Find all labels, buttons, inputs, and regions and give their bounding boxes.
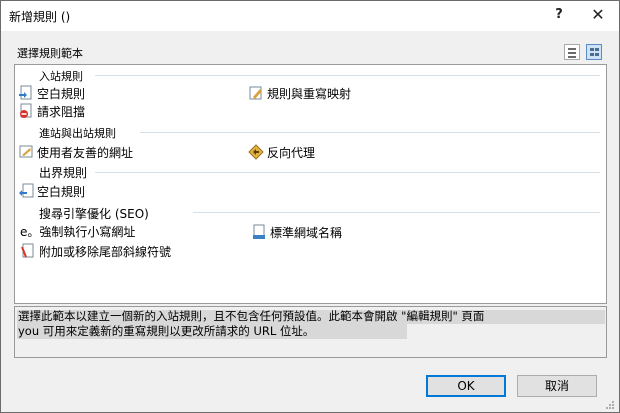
template-trailing-slash[interactable]: 附加或移除尾部斜線符號 [20,243,171,259]
template-rule-rewrite-map[interactable]: 規則與重寫映射 [248,85,351,101]
dialog-title: 新增規則 () [9,10,71,24]
template-label: 反向代理 [267,145,316,160]
template-label: 空白規則 [37,184,86,199]
reverse-proxy-icon [248,144,264,160]
close-button[interactable]: ✕ [587,5,609,25]
select-template-label: 選擇規則範本 [17,47,83,60]
group-header-inbound-outbound: 進站與出站規則 [39,127,116,140]
resize-grip-icon[interactable] [605,399,615,409]
group-divider [95,75,600,76]
template-label: 空白規則 [37,86,86,101]
template-label: 規則與重寫映射 [267,86,352,101]
template-request-blocking[interactable]: 請求阻擋 [18,103,85,119]
template-blank-rule-outbound[interactable]: 空白規則 [18,183,85,199]
template-reverse-proxy[interactable]: 反向代理 [248,144,315,160]
title-bar: 新增規則 () ? ✕ [1,1,619,31]
blank-rule-inbound-icon [18,85,34,101]
ok-button[interactable]: OK [426,375,506,397]
template-user-friendly-url[interactable]: 使用者友善的網址 [18,144,133,160]
template-label: 使用者友善的網址 [37,145,134,160]
group-divider [193,212,600,213]
blank-rule-outbound-icon [18,183,34,199]
template-canonical-domain[interactable]: 標準網域名稱 [251,224,342,240]
help-button[interactable]: ? [549,5,569,25]
template-blank-rule-inbound[interactable]: 空白規則 [18,85,85,101]
group-divider [140,132,600,133]
canonical-domain-icon [251,224,267,240]
template-label: 請求阻擋 [37,104,86,119]
cancel-button[interactable]: 取消 [517,375,597,397]
template-label: 標準網域名稱 [270,225,343,240]
description-line-2: you 可用來定義新的重寫規則以更改所請求的 URL 位址。 [18,324,315,338]
trailing-slash-icon [20,243,36,259]
add-rule-dialog: 新增規則 () ? ✕ 選擇規則範本 入站規則 空白規則 規則與重寫映射 請求阻… [0,0,620,413]
template-description: 選擇此範本以建立一個新的入站規則，且不包含任何預設值。此範本會開啟 "編輯規則"… [14,306,607,358]
template-label: e。強制執行小寫網址 [20,224,136,239]
group-header-outbound: 出界規則 [39,166,88,180]
view-toggle [564,44,606,60]
list-view-icon[interactable] [564,44,580,60]
user-friendly-url-icon [18,144,34,160]
request-blocking-icon [18,103,34,119]
rule-rewrite-map-icon [248,85,264,101]
tile-view-icon[interactable] [586,44,602,60]
description-line-1: 選擇此範本以建立一個新的入站規則，且不包含任何預設值。此範本會開啟 "編輯規則"… [18,309,485,323]
template-enforce-lowercase-url[interactable]: e。強制執行小寫網址 [20,223,135,239]
template-label: 附加或移除尾部斜線符號 [39,244,172,259]
group-header-seo: 搜尋引擎優化 (SEO) [39,207,149,221]
rule-template-list[interactable]: 入站規則 空白規則 規則與重寫映射 請求阻擋 進站與出站規則 使用者友善的網址 … [14,64,607,304]
group-divider [95,172,600,173]
group-header-inbound: 入站規則 [39,70,83,83]
